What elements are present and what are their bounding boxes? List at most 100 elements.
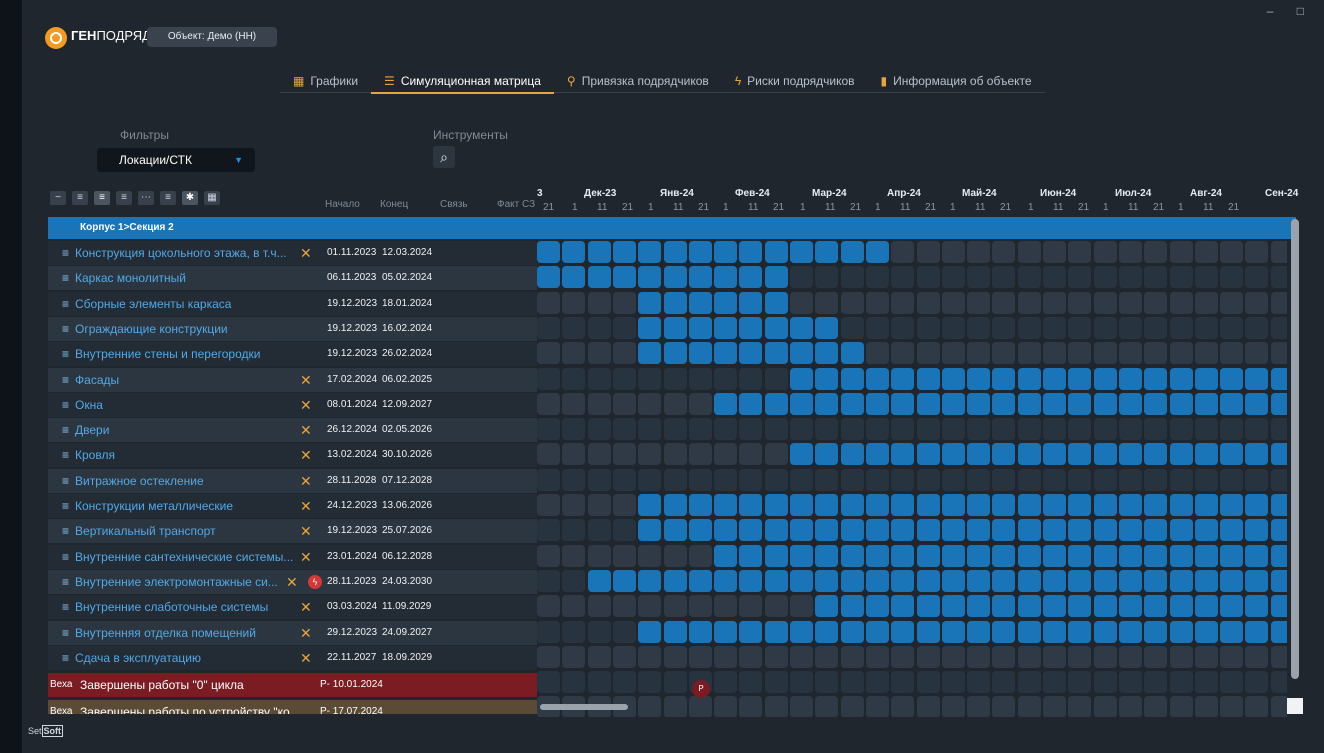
matrix-cell[interactable] [663, 671, 687, 694]
matrix-cell[interactable] [1245, 291, 1269, 314]
matrix-cell[interactable] [714, 595, 738, 618]
matrix-cell[interactable] [663, 443, 687, 466]
matrix-cell[interactable] [1093, 620, 1117, 643]
matrix-cell[interactable] [562, 418, 586, 441]
matrix-cell[interactable] [1068, 620, 1092, 643]
matrix-cell[interactable] [1144, 494, 1168, 516]
matrix-cell[interactable] [638, 544, 662, 567]
matrix-cell[interactable] [891, 316, 915, 339]
matrix-cell[interactable] [916, 620, 940, 643]
matrix-cell[interactable] [1068, 367, 1092, 390]
matrix-cell[interactable] [537, 367, 560, 390]
matrix-cell[interactable] [714, 519, 738, 542]
matrix-cell[interactable] [1068, 544, 1092, 567]
matrix-cell[interactable] [1270, 519, 1287, 542]
matrix-cell[interactable] [916, 595, 940, 618]
filter-icon[interactable]: ⋯ [138, 191, 154, 205]
matrix-cell[interactable] [916, 367, 940, 390]
matrix-cell[interactable] [663, 645, 687, 668]
matrix-cell[interactable] [790, 367, 813, 390]
drag-handle-icon[interactable]: ≡ [62, 448, 69, 462]
matrix-cell[interactable] [1043, 443, 1066, 466]
matrix-cell[interactable] [1068, 342, 1092, 365]
matrix-cell[interactable] [815, 519, 839, 542]
matrix-cell[interactable] [688, 316, 712, 339]
matrix-cell[interactable] [1017, 645, 1041, 668]
matrix-cell[interactable] [1118, 696, 1142, 717]
matrix-cell[interactable] [663, 595, 687, 618]
matrix-cell[interactable] [688, 645, 712, 668]
matrix-cell[interactable] [815, 342, 839, 365]
matrix-cell[interactable] [587, 645, 611, 668]
matrix-cell[interactable] [891, 645, 915, 668]
matrix-cell[interactable] [865, 671, 889, 694]
matrix-cell[interactable] [764, 645, 788, 668]
matrix-cell[interactable] [916, 569, 940, 592]
matrix-cell[interactable] [967, 494, 991, 516]
matrix-cell[interactable] [688, 342, 712, 365]
matrix-cell[interactable] [967, 645, 991, 668]
matrix-cell[interactable] [739, 392, 763, 415]
matrix-cell[interactable] [992, 544, 1016, 567]
matrix-cell[interactable] [916, 418, 940, 441]
matrix-cell[interactable] [1270, 266, 1287, 289]
matrix-cell[interactable] [1194, 418, 1218, 441]
matrix-cell[interactable] [1017, 696, 1041, 717]
matrix-cell[interactable] [1220, 620, 1244, 643]
matrix-cell[interactable] [815, 494, 839, 516]
matrix-cell[interactable] [587, 620, 611, 643]
matrix-cell[interactable] [688, 443, 712, 466]
list-small-icon[interactable]: ≡ [72, 191, 88, 205]
matrix-cell[interactable] [714, 645, 738, 668]
drag-handle-icon[interactable]: ≡ [62, 246, 69, 260]
task-row[interactable]: ≡ Внутренние электромонтажные си... ✕ ϟ 28.1… [48, 569, 537, 594]
matrix-cell[interactable] [638, 595, 662, 618]
milestone-row[interactable]: Веха Завершены работы по устройству "ко Р-… [48, 700, 537, 714]
filters-select[interactable]: Локации/СТК ▼ [97, 148, 255, 172]
matrix-cell[interactable] [612, 595, 636, 618]
matrix-cell[interactable] [1068, 316, 1092, 339]
horizontal-scrollbar[interactable] [540, 704, 628, 710]
matrix-cell[interactable] [891, 418, 915, 441]
matrix-cell[interactable] [891, 544, 915, 567]
matrix-cell[interactable] [1220, 266, 1244, 289]
task-row[interactable]: ≡ Конструкция цокольного этажа, в т.ч... ✕… [48, 241, 537, 265]
matrix-cell[interactable] [865, 569, 889, 592]
list-medium-icon[interactable]: ≡ [94, 191, 110, 205]
matrix-cell[interactable] [764, 468, 788, 491]
matrix-cell[interactable] [638, 620, 662, 643]
matrix-cell[interactable] [1245, 569, 1269, 592]
drag-handle-icon[interactable]: ≡ [62, 550, 69, 564]
matrix-cell[interactable] [1245, 241, 1269, 263]
matrix-cell[interactable] [840, 569, 864, 592]
matrix-cell[interactable] [612, 392, 636, 415]
matrix-cell[interactable] [1043, 494, 1066, 516]
matrix-cell[interactable] [967, 367, 991, 390]
matrix-cell[interactable] [865, 595, 889, 618]
matrix-cell[interactable] [1043, 342, 1066, 365]
matrix-cell[interactable] [714, 291, 738, 314]
matrix-cell[interactable] [612, 241, 636, 263]
matrix-cell[interactable] [688, 544, 712, 567]
matrix-cell[interactable] [941, 468, 965, 491]
matrix-cell[interactable] [967, 620, 991, 643]
matrix-cell[interactable] [1118, 494, 1142, 516]
matrix-cell[interactable] [1144, 468, 1168, 491]
matrix-cell[interactable] [714, 569, 738, 592]
matrix-cell[interactable] [840, 519, 864, 542]
matrix-cell[interactable] [1118, 241, 1142, 263]
matrix-cell[interactable] [967, 316, 991, 339]
matrix-cell[interactable] [612, 519, 636, 542]
matrix-cell[interactable] [1017, 266, 1041, 289]
matrix-cell[interactable] [562, 367, 586, 390]
matrix-cell[interactable] [1194, 392, 1218, 415]
matrix-cell[interactable] [663, 241, 687, 263]
matrix-cell[interactable] [1093, 342, 1117, 365]
matrix-cell[interactable] [562, 671, 586, 694]
matrix-cell[interactable] [739, 620, 763, 643]
matrix-cell[interactable] [587, 266, 611, 289]
matrix-cell[interactable] [1169, 418, 1193, 441]
matrix-cell[interactable] [815, 595, 839, 618]
matrix-cell[interactable] [1118, 443, 1142, 466]
matrix-cell[interactable] [562, 443, 586, 466]
